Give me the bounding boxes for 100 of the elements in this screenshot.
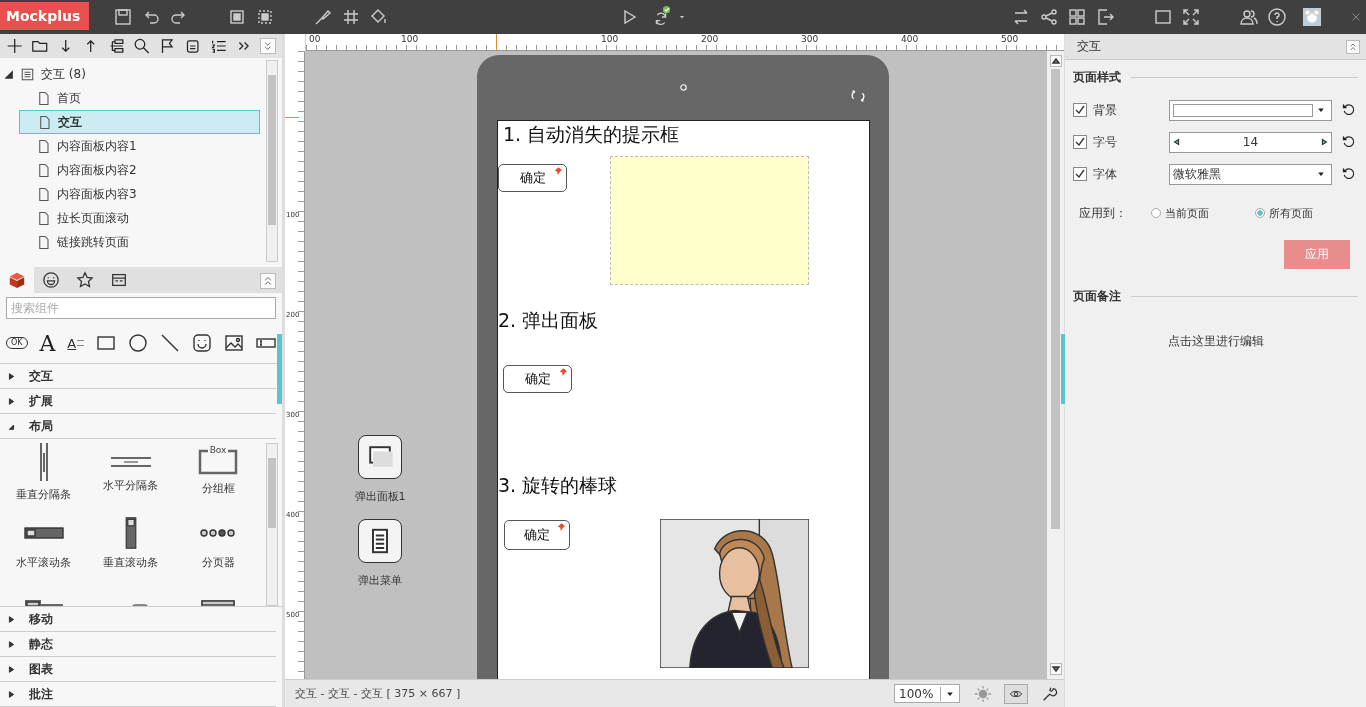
rectangle-icon[interactable] [96, 333, 117, 353]
expand-toggle-icon[interactable] [5, 69, 14, 79]
fullscreen-icon[interactable] [1181, 7, 1201, 27]
panel-handle[interactable] [277, 334, 282, 404]
scrollbar[interactable] [266, 443, 278, 606]
widget-label: 分组框 [201, 481, 235, 496]
page-icon [36, 162, 51, 178]
status-text: 交互 - 交互 - 交互 [ 375 × 667 ] [295, 686, 461, 701]
reset-icon[interactable] [1341, 102, 1357, 118]
widget-thumbnail[interactable] [358, 519, 402, 563]
star-icon [76, 271, 94, 289]
ruler-label: 300 [801, 34, 819, 45]
tree-item[interactable]: 拉长页面滚动 [19, 206, 260, 230]
scroll-up-icon[interactable] [1049, 55, 1062, 67]
widget-thumbnail[interactable] [358, 435, 402, 479]
help-icon[interactable] [1267, 7, 1287, 27]
zoom-dropdown[interactable]: 100% [894, 684, 960, 703]
scroll-down-icon[interactable] [1049, 663, 1062, 675]
stamp-icon[interactable] [184, 37, 202, 55]
decrement-icon[interactable] [1173, 138, 1181, 146]
camera-icon [679, 83, 688, 92]
line-icon[interactable] [160, 333, 181, 353]
page-group-icon [20, 66, 35, 82]
section-title: 2. 弹出面板 [498, 308, 599, 332]
cube-icon [8, 271, 26, 289]
field-label: 应用到： [1079, 204, 1128, 222]
circle-icon[interactable] [128, 333, 149, 353]
users-icon[interactable] [1239, 7, 1259, 27]
search-icon[interactable] [133, 37, 151, 55]
tree-item[interactable]: 内容面板内容3 [19, 182, 260, 206]
triangle-icon [8, 422, 15, 430]
section-title: 3. 旋转的棒球 [498, 473, 618, 497]
tree-item[interactable]: 内容面板内容1 [19, 134, 260, 158]
radio-option[interactable]: 当前页面 [1151, 205, 1255, 221]
number-stepper[interactable]: 14 [1169, 131, 1332, 153]
widget-label: 分页器 [201, 555, 235, 570]
increment-icon[interactable] [1320, 138, 1328, 146]
qr-code-icon[interactable] [1067, 7, 1087, 27]
brush-icon[interactable] [313, 7, 333, 27]
tree-item[interactable]: 首页 [19, 86, 260, 110]
radio-option[interactable]: 所有页面 [1255, 205, 1359, 221]
add-icon[interactable] [6, 37, 24, 55]
triangle-icon [8, 372, 15, 380]
section-title: 页面备注 [1073, 288, 1121, 305]
scrollbar[interactable] [266, 60, 278, 262]
tree-item[interactable]: 交互 (8) [41, 65, 86, 83]
section-title: 1. 自动消失的提示框 [503, 122, 680, 146]
widget-label: 弹出菜单 [358, 573, 402, 588]
ruler-label: 400 [901, 34, 919, 45]
emoji-icon[interactable] [192, 333, 213, 353]
triangle-icon [8, 690, 15, 698]
widget-label: 弹出面板1 [354, 489, 406, 504]
page-icon [36, 186, 51, 202]
category-header[interactable]: 移动 [0, 607, 276, 632]
panel-title: 交互 [1077, 38, 1101, 55]
category-header[interactable]: 布局 [0, 414, 276, 439]
text-widget[interactable]: A [39, 330, 56, 356]
preview-icon[interactable] [1004, 683, 1028, 704]
reset-icon[interactable] [1341, 134, 1357, 150]
export-icon[interactable] [1095, 7, 1115, 27]
property-label: 字体 [1093, 165, 1118, 183]
checkbox[interactable] [1073, 167, 1087, 181]
page-icon [36, 138, 51, 154]
category-header[interactable]: 图表 [0, 657, 276, 682]
category-header[interactable]: 交互 [0, 364, 276, 389]
ungroup-icon[interactable] [255, 7, 275, 27]
tree-item[interactable]: 交互 [19, 110, 260, 134]
font-dropdown[interactable]: 微软雅黑 [1169, 163, 1332, 185]
confirm-button[interactable]: 确定 [504, 520, 570, 550]
property-label: 背景 [1093, 101, 1118, 119]
ruler-label: 00 [309, 34, 321, 45]
confirm-button[interactable]: 确定 [503, 365, 572, 393]
widget-label: 垂直滚动条 [103, 555, 159, 570]
tree-item[interactable]: 内容面板内容2 [19, 158, 260, 182]
save-icon[interactable] [113, 7, 133, 27]
tree-item[interactable]: 链接跳转页面 [19, 230, 260, 254]
checkbox[interactable] [1073, 135, 1087, 149]
checkbox[interactable] [1073, 103, 1087, 117]
triangle-icon [8, 640, 15, 648]
category-header[interactable]: 扩展 [0, 389, 276, 414]
reset-icon[interactable] [1341, 166, 1357, 182]
image-icon[interactable] [224, 333, 244, 353]
category-header[interactable]: 静态 [0, 632, 276, 657]
share-icon[interactable] [1039, 7, 1059, 27]
color-dropdown[interactable] [1169, 99, 1332, 121]
page-icon [36, 210, 51, 226]
section-title: 页面样式 [1073, 69, 1121, 86]
frame-icon[interactable] [227, 7, 247, 27]
rotate-icon[interactable] [849, 87, 867, 105]
logo-menu-button[interactable]: Mockplus [0, 1, 89, 30]
confirm-button[interactable]: 确定 [498, 164, 567, 192]
page-icon [36, 90, 51, 106]
panel-handle[interactable] [1061, 334, 1065, 404]
triangle-icon [8, 615, 15, 623]
window-icon[interactable] [1153, 7, 1173, 27]
widget-label: 水平滚动条 [16, 555, 72, 570]
notes-placeholder[interactable]: 点击这里进行编辑 [1167, 333, 1264, 350]
grid-icon[interactable] [341, 7, 361, 27]
search-field[interactable]: 搜索组件 [6, 297, 276, 319]
category-header[interactable]: 批注 [0, 682, 276, 707]
